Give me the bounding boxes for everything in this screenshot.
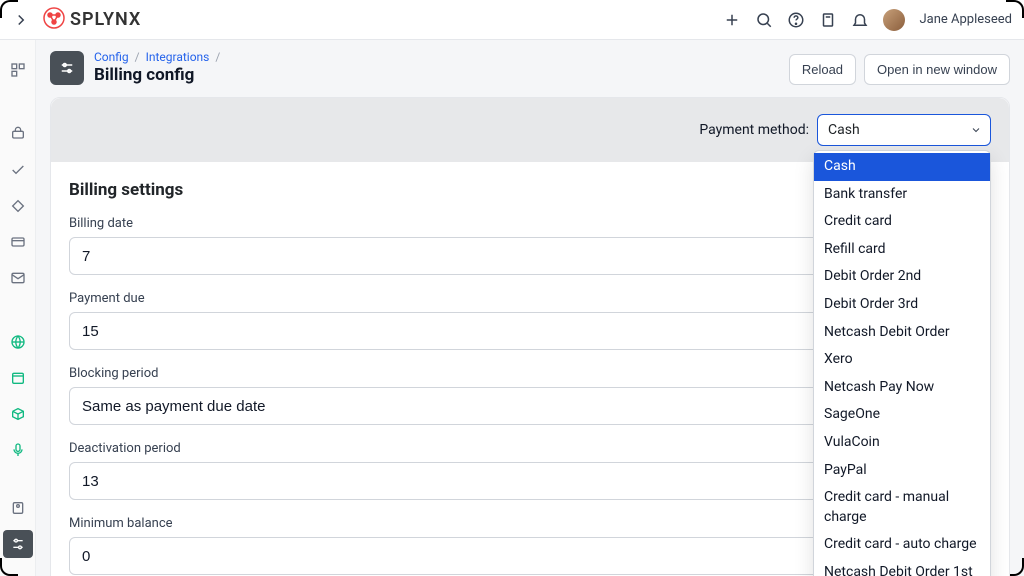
- sidebar: [0, 40, 36, 576]
- payment-method-select[interactable]: Cash: [817, 114, 991, 146]
- payment-method-option[interactable]: SageOne: [814, 401, 990, 429]
- sidebar-item-config[interactable]: [3, 530, 33, 558]
- payment-method-option[interactable]: Netcash Pay Now: [814, 374, 990, 402]
- sidebar-item-tariffs[interactable]: [3, 120, 33, 148]
- sidebar-item-network[interactable]: [3, 328, 33, 356]
- sidebar-item-scheduling[interactable]: [3, 364, 33, 392]
- payment-method-option[interactable]: Netcash Debit Order 1st: [814, 559, 990, 576]
- sidebar-item-voice[interactable]: [3, 436, 33, 464]
- plus-icon[interactable]: [723, 11, 741, 29]
- open-new-window-button[interactable]: Open in new window: [864, 54, 1010, 85]
- sidebar-item-admin[interactable]: [3, 494, 33, 522]
- docs-icon[interactable]: [819, 11, 837, 29]
- payment-method-option[interactable]: Bank transfer: [814, 181, 990, 209]
- payment-method-option[interactable]: Cash: [814, 153, 990, 181]
- sidebar-item-tickets[interactable]: [3, 192, 33, 220]
- breadcrumb-config[interactable]: Config: [94, 50, 129, 64]
- payment-method-option[interactable]: Netcash Debit Order: [814, 319, 990, 347]
- page-title: Billing config: [94, 65, 223, 85]
- user-name[interactable]: Jane Appleseed: [919, 12, 1012, 27]
- payment-method-option[interactable]: VulaCoin: [814, 429, 990, 457]
- brand-logo: SPLYNX: [42, 6, 141, 34]
- sidebar-item-finance[interactable]: [3, 228, 33, 256]
- payment-method-option[interactable]: Refill card: [814, 236, 990, 264]
- chevron-down-icon: [970, 124, 982, 136]
- topbar: SPLYNX Jane Appleseed: [0, 0, 1024, 40]
- sliders-icon: [50, 51, 84, 85]
- search-icon[interactable]: [755, 11, 773, 29]
- help-icon[interactable]: [787, 11, 805, 29]
- sidebar-item-inventory[interactable]: [3, 400, 33, 428]
- sidebar-item-dashboard[interactable]: [3, 56, 33, 84]
- payment-method-selected: Cash: [828, 122, 860, 138]
- billing-card: Payment method: Cash CashBank transferCr…: [50, 97, 1010, 576]
- breadcrumb-integrations[interactable]: Integrations: [146, 50, 210, 64]
- brand-name: SPLYNX: [70, 9, 141, 30]
- payment-method-option[interactable]: Credit card - auto charge: [814, 531, 990, 559]
- bell-icon[interactable]: [851, 11, 869, 29]
- payment-method-label: Payment method:: [699, 122, 809, 138]
- payment-method-option[interactable]: Credit card - manual charge: [814, 484, 990, 531]
- sidebar-item-messages[interactable]: [3, 264, 33, 292]
- breadcrumb: Config / Integrations /: [94, 50, 223, 64]
- payment-method-dropdown[interactable]: CashBank transferCredit cardRefill cardD…: [813, 150, 991, 576]
- payment-method-option[interactable]: Debit Order 3rd: [814, 291, 990, 319]
- content: Config / Integrations / Billing config R…: [36, 40, 1024, 576]
- logo-mark-icon: [42, 6, 66, 34]
- payment-method-option[interactable]: Debit Order 2nd: [814, 263, 990, 291]
- payment-method-option[interactable]: PayPal: [814, 457, 990, 485]
- payment-method-option[interactable]: Credit card: [814, 208, 990, 236]
- payment-method-option[interactable]: Xero: [814, 346, 990, 374]
- avatar[interactable]: [883, 9, 905, 31]
- sidebar-item-crm[interactable]: [3, 156, 33, 184]
- reload-button[interactable]: Reload: [789, 54, 856, 85]
